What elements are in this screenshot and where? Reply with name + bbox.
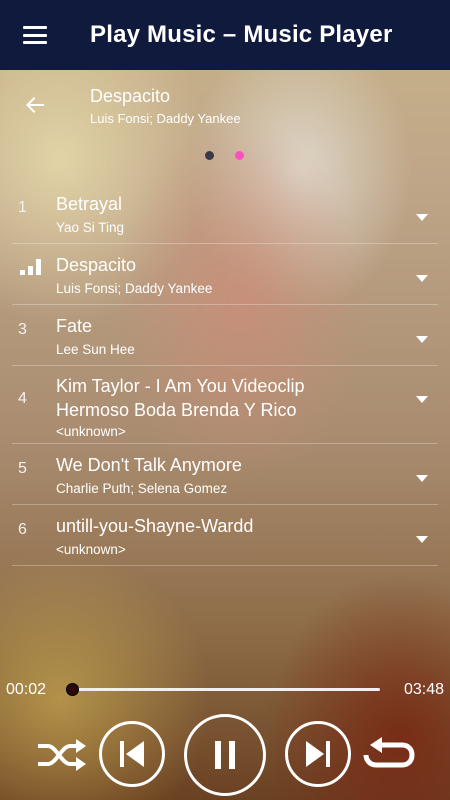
repeat-icon bbox=[363, 737, 415, 768]
song-options-icon[interactable] bbox=[416, 214, 428, 221]
song-row[interactable]: 5 We Don't Talk Anymore Charlie Puth; Se… bbox=[12, 444, 438, 505]
now-playing-title: Despacito bbox=[90, 86, 171, 106]
track-number: 6 bbox=[18, 521, 27, 538]
song-title-line-2: Hermoso Boda Brenda Y Rico bbox=[56, 400, 297, 420]
seek-bar[interactable] bbox=[72, 688, 380, 691]
song-artist: Charlie Puth; Selena Gomez bbox=[56, 481, 228, 496]
song-row[interactable]: 1 Betrayal Yao Si Ting bbox=[12, 183, 438, 244]
repeat-button[interactable] bbox=[360, 732, 418, 778]
song-artist: <unknown> bbox=[56, 542, 126, 557]
arrow-left-icon bbox=[26, 97, 44, 113]
song-row[interactable]: 3 Fate Lee Sun Hee bbox=[12, 305, 438, 366]
song-title: untill-you-Shayne-Wardd bbox=[56, 516, 254, 536]
song-artist: Yao Si Ting bbox=[56, 220, 125, 235]
song-artist: Lee Sun Hee bbox=[56, 342, 135, 357]
app-title: Play Music – Music Player bbox=[90, 21, 393, 48]
song-options-icon[interactable] bbox=[416, 275, 428, 282]
menu-button[interactable] bbox=[0, 0, 70, 70]
previous-button[interactable] bbox=[99, 721, 165, 787]
shuffle-icon bbox=[38, 739, 86, 771]
next-icon bbox=[306, 741, 330, 767]
song-artist: Luis Fonsi; Daddy Yankee bbox=[56, 281, 213, 296]
track-number: 5 bbox=[18, 460, 27, 477]
track-number: 1 bbox=[18, 199, 27, 216]
next-button[interactable] bbox=[285, 721, 351, 787]
total-time: 03:48 bbox=[403, 681, 444, 698]
page-dot-1[interactable] bbox=[205, 151, 214, 160]
track-number: 3 bbox=[18, 321, 27, 338]
track-number: 4 bbox=[18, 390, 27, 407]
seek-thumb[interactable] bbox=[66, 683, 79, 696]
song-title: We Don't Talk Anymore bbox=[56, 455, 242, 475]
player-controls bbox=[0, 712, 450, 796]
song-options-icon[interactable] bbox=[416, 536, 428, 543]
previous-icon bbox=[120, 741, 144, 767]
song-options-icon[interactable] bbox=[416, 336, 428, 343]
song-title: Despacito bbox=[56, 255, 137, 275]
song-options-icon[interactable] bbox=[416, 475, 428, 482]
app-bar: Play Music – Music Player bbox=[0, 0, 450, 70]
now-playing-artist: Luis Fonsi; Daddy Yankee bbox=[90, 111, 241, 126]
hamburger-menu-icon bbox=[23, 26, 47, 44]
song-title-line-1: Kim Taylor - I Am You Videoclip bbox=[56, 376, 305, 396]
song-row-playing[interactable]: Despacito Luis Fonsi; Daddy Yankee bbox=[12, 244, 438, 305]
song-options-icon[interactable] bbox=[416, 396, 428, 403]
song-list: 1 Betrayal Yao Si Ting Despacito Luis Fo… bbox=[12, 183, 438, 566]
page-indicator bbox=[0, 151, 450, 161]
now-playing-bars-icon bbox=[20, 259, 42, 275]
pause-icon bbox=[215, 741, 235, 769]
back-button[interactable] bbox=[18, 88, 52, 122]
page-dot-2-active[interactable] bbox=[235, 151, 244, 160]
song-title: Betrayal bbox=[56, 194, 123, 214]
current-time: 00:02 bbox=[6, 681, 47, 698]
now-playing-header: Despacito Luis Fonsi; Daddy Yankee bbox=[0, 70, 450, 140]
song-row[interactable]: 4 Kim Taylor - I Am You Videoclip Hermos… bbox=[12, 366, 438, 444]
pause-button[interactable] bbox=[184, 714, 266, 796]
shuffle-button[interactable] bbox=[32, 732, 90, 778]
song-row[interactable]: 6 untill-you-Shayne-Wardd <unknown> bbox=[12, 505, 438, 566]
song-title: Fate bbox=[56, 316, 93, 336]
playback-progress: 00:02 03:48 bbox=[0, 676, 450, 702]
song-artist: <unknown> bbox=[56, 424, 126, 439]
